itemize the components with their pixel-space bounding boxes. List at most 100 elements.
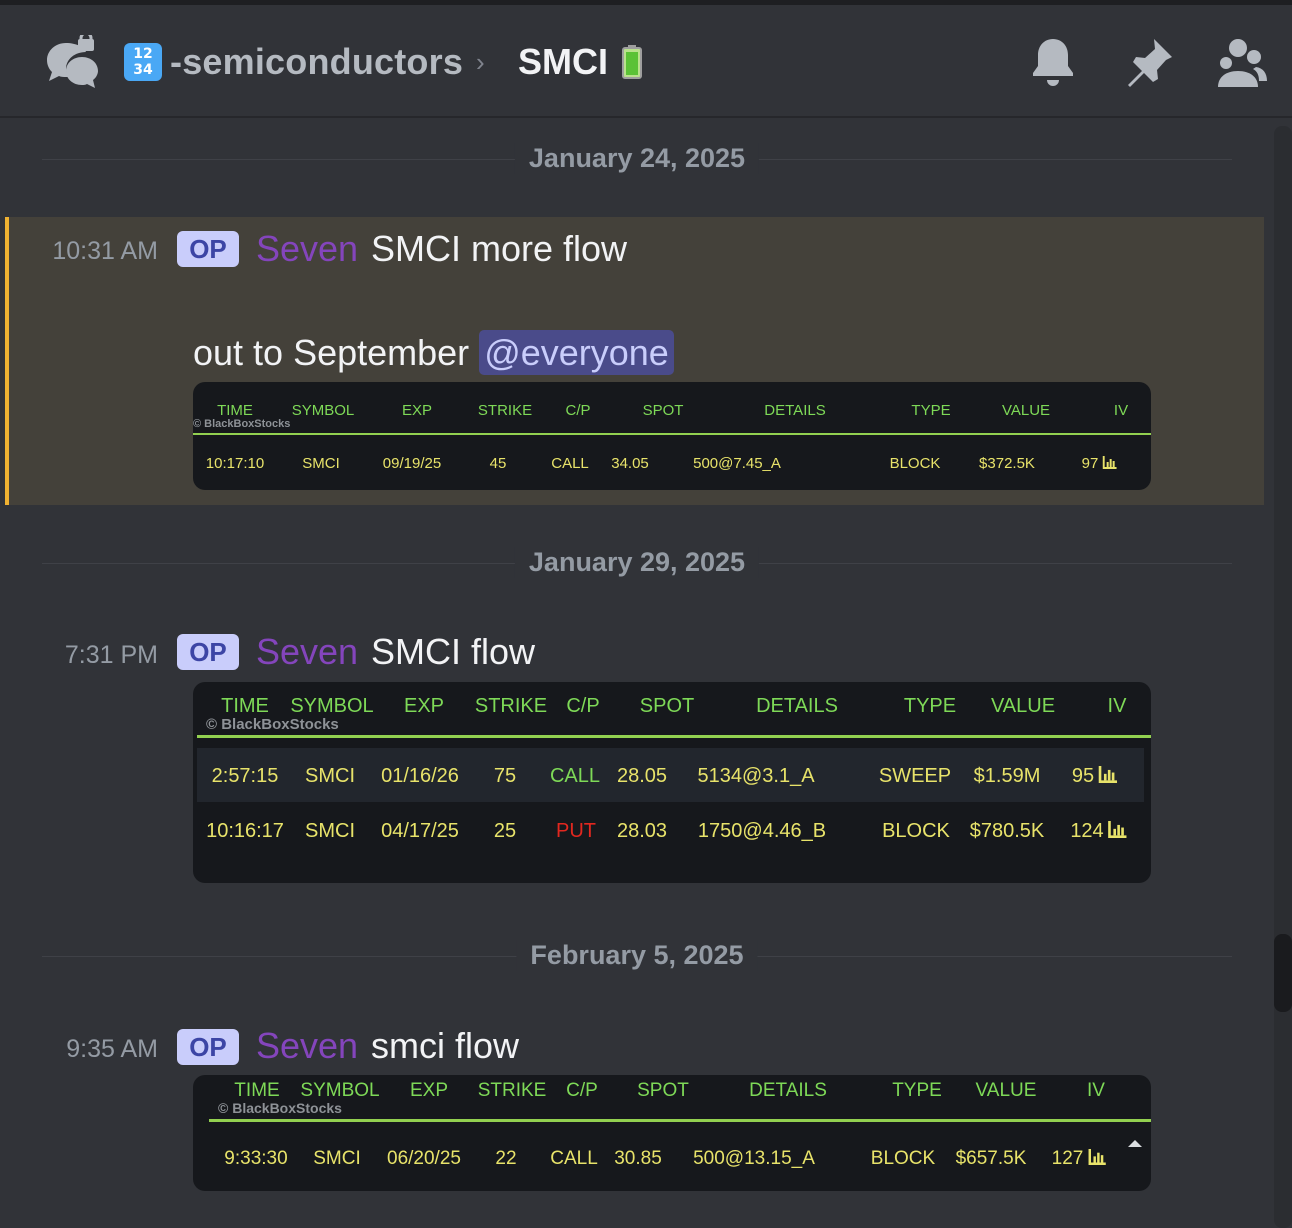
cell-cp: CALL (550, 1148, 598, 1169)
cell-time: 10:17:10 (205, 455, 265, 472)
cell-value: $657.5K (955, 1148, 1027, 1169)
flow-table: TIME SYMBOL EXP STRIKE C/P SPOT DETAILS … (193, 382, 1151, 490)
cell-type: SWEEP (878, 765, 952, 787)
col-time: TIME (221, 695, 269, 717)
cell-symbol: SMCI (313, 1148, 361, 1169)
col-spot: SPOT (637, 1080, 689, 1101)
author-name[interactable]: Seven (256, 1025, 358, 1067)
message-text-line2: out to September @everyone (193, 330, 674, 375)
message-text: smci flow (371, 1025, 520, 1066)
header-divider (193, 433, 1151, 435)
cell-spot: 30.85 (614, 1148, 662, 1169)
col-strike: STRIKE (474, 695, 548, 717)
cell-iv-value: 124 (1070, 820, 1104, 842)
col-value: VALUE (990, 695, 1056, 717)
col-time: TIME (234, 1080, 280, 1101)
watermark: © BlackBoxStocks (206, 716, 339, 733)
channel-name[interactable]: -semiconductors (170, 41, 463, 83)
message-timestamp: 7:31 PM (64, 641, 158, 669)
cell-spot: 34.05 (611, 455, 649, 472)
cell-spot: 28.05 (616, 765, 668, 787)
col-spot: SPOT (639, 695, 695, 717)
chart-icon[interactable] (1108, 821, 1128, 838)
watermark: © BlackBoxStocks (193, 418, 291, 430)
col-strike: STRIKE (477, 1080, 547, 1101)
cell-cp: PUT (556, 820, 596, 842)
col-symbol: SYMBOL (290, 695, 374, 717)
cell-strike: 25 (493, 820, 517, 842)
col-cp: C/P (566, 1080, 598, 1101)
col-exp: EXP (401, 402, 433, 419)
col-type: TYPE (903, 695, 957, 717)
cell-value: $1.59M (973, 765, 1041, 787)
message-text: SMCI flow (371, 631, 536, 672)
cell-details: 1750@4.46_B (697, 820, 827, 842)
cell-details: 500@7.45_A (693, 455, 781, 472)
date-divider-label: January 29, 2025 (514, 547, 760, 578)
message-text: SMCI more flow (371, 228, 628, 269)
col-type: TYPE (892, 1080, 942, 1101)
flow-table: TIME SYMBOL EXP STRIKE C/P SPOT DETAILS … (193, 1075, 1151, 1191)
header-divider (209, 1119, 1151, 1122)
chart-icon[interactable] (1098, 766, 1118, 783)
channel-number-emoji: 12 34 (124, 43, 162, 81)
notification-bell-icon[interactable] (1030, 35, 1076, 89)
col-strike: STRIKE (477, 402, 533, 419)
chart-icon[interactable] (1087, 1149, 1106, 1165)
scrollbar-track[interactable] (1274, 126, 1292, 1228)
message-timestamp: 9:35 AM (66, 1035, 158, 1063)
cell-iv: 124 (1070, 820, 1127, 843)
cell-iv: 95 (1072, 765, 1118, 788)
chart-icon[interactable] (1102, 456, 1117, 469)
cell-iv: 127 (1052, 1148, 1107, 1170)
col-details: DETAILS (756, 695, 838, 717)
pin-icon[interactable] (1122, 35, 1176, 89)
date-divider-label: January 24, 2025 (514, 143, 760, 174)
col-symbol: SYMBOL (291, 402, 355, 419)
author-name[interactable]: Seven (256, 228, 358, 270)
cell-details: 500@13.15_A (693, 1148, 815, 1169)
op-badge: OP (177, 634, 239, 670)
cell-iv: 97 (1082, 455, 1117, 472)
message-text-2: out to September (193, 332, 470, 373)
members-icon[interactable] (1214, 35, 1268, 89)
cell-type: BLOCK (870, 1148, 936, 1169)
col-time: TIME (217, 402, 253, 419)
col-exp: EXP (409, 1080, 449, 1101)
cell-exp: 01/16/26 (381, 765, 459, 787)
cell-strike: 75 (493, 765, 517, 787)
everyone-mention[interactable]: @everyone (479, 330, 674, 375)
col-value: VALUE (975, 1080, 1037, 1101)
cell-exp: 04/17/25 (381, 820, 459, 842)
battery-icon (622, 45, 642, 79)
breadcrumb-separator: › (476, 47, 485, 77)
cell-exp: 06/20/25 (387, 1148, 461, 1169)
thread-name: SMCI (518, 41, 608, 82)
col-symbol: SYMBOL (300, 1080, 380, 1101)
col-spot: SPOT (642, 402, 684, 419)
col-cp: C/P (565, 402, 591, 419)
channel-header: 12 34 -semiconductors › SMCI (0, 5, 1292, 118)
col-cp: C/P (566, 695, 600, 717)
scroll-up-arrow-icon[interactable] (1128, 1140, 1142, 1147)
cell-value: $372.5K (979, 455, 1035, 472)
cell-details: 5134@3.1_A (697, 765, 815, 787)
col-iv: IV (1113, 402, 1129, 419)
cell-cp: CALL (551, 455, 589, 472)
cell-symbol: SMCI (302, 455, 340, 472)
cell-spot: 28.03 (616, 820, 668, 842)
col-details: DETAILS (749, 1080, 827, 1101)
cell-cp: CALL (549, 765, 601, 787)
op-badge: OP (177, 231, 239, 267)
cell-type: BLOCK (882, 820, 950, 842)
scrollbar-thumb[interactable] (1274, 934, 1292, 1012)
cell-iv-value: 127 (1051, 1148, 1084, 1169)
col-value: VALUE (1001, 402, 1051, 419)
author-name[interactable]: Seven (256, 631, 358, 673)
cell-value: $780.5K (969, 820, 1045, 842)
message-timestamp: 10:31 AM (52, 237, 158, 265)
date-divider-label: February 5, 2025 (516, 940, 758, 971)
watermark: © BlackBoxStocks (218, 1100, 342, 1116)
threads-icon[interactable] (44, 35, 100, 91)
col-iv: IV (1107, 695, 1127, 717)
